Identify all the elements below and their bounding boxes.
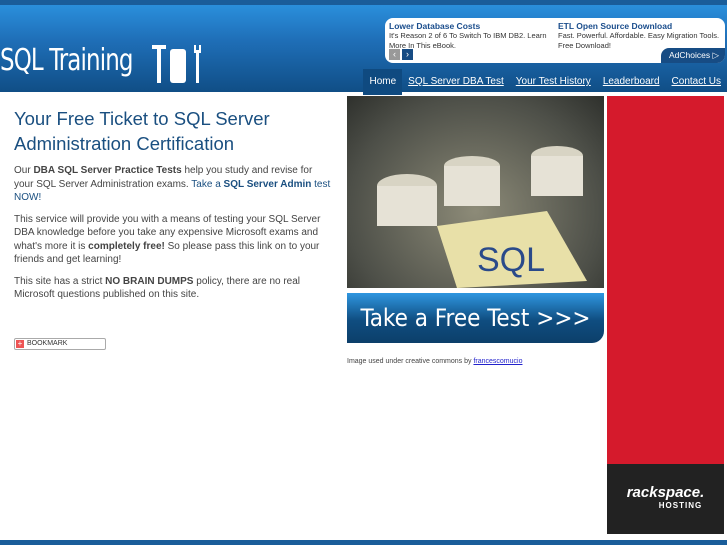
adchoices-link[interactable]: AdChoices ▷	[660, 48, 725, 63]
page-title: Your Free Ticket to SQL Server Administr…	[14, 108, 270, 154]
site-logo[interactable]: SQL Training	[0, 43, 133, 78]
nav-test-history[interactable]: Your Test History	[510, 69, 597, 95]
take-free-test-button[interactable]: Take a Free Test >>>	[347, 293, 604, 343]
footer-bar	[0, 540, 727, 545]
nav-contact-us[interactable]: Contact Us	[666, 69, 727, 95]
intro-paragraph: Our DBA SQL Server Practice Tests help y…	[14, 165, 331, 203]
bookmark-button[interactable]: BOOKMARK	[14, 338, 106, 350]
header: SQL Training Lower Database Costs It's Re…	[0, 0, 727, 95]
nav-sql-server-dba-test[interactable]: SQL Server DBA Test	[402, 69, 510, 95]
service-paragraph: This service will provide you with a mea…	[14, 213, 321, 266]
main-nav: Home SQL Server DBA Test Your Test Histo…	[363, 69, 727, 95]
image-credit: Image used under creative commons by fra…	[347, 358, 523, 365]
nav-home[interactable]: Home	[363, 69, 403, 95]
photo-illustration: SQL	[377, 146, 587, 288]
rackspace-ad[interactable]: rackspace. HOSTING	[607, 96, 724, 534]
svg-text:SQL: SQL	[477, 241, 545, 279]
coffee-cups-sql-photo: SQL	[347, 96, 604, 288]
ad-prev-button[interactable]: ‹	[389, 49, 400, 60]
main-content: Your Free Ticket to SQL Server Administr…	[14, 106, 332, 310]
nav-leaderboard[interactable]: Leaderboard	[597, 69, 666, 95]
tools-database-icon	[152, 45, 201, 83]
text-ad-banner: Lower Database Costs It's Reason 2 of 6 T…	[385, 18, 725, 63]
ad-item[interactable]: ETL Open Source Download Fast. Powerful. …	[558, 21, 723, 51]
policy-paragraph: This site has a strict NO BRAIN DUMPS po…	[14, 275, 301, 301]
ad-item[interactable]: Lower Database Costs It's Reason 2 of 6 T…	[389, 21, 554, 51]
ad-next-button[interactable]: ›	[402, 49, 413, 60]
credit-link[interactable]: francescomucio	[473, 358, 522, 365]
rackspace-logo: rackspace. HOSTING	[607, 464, 724, 534]
